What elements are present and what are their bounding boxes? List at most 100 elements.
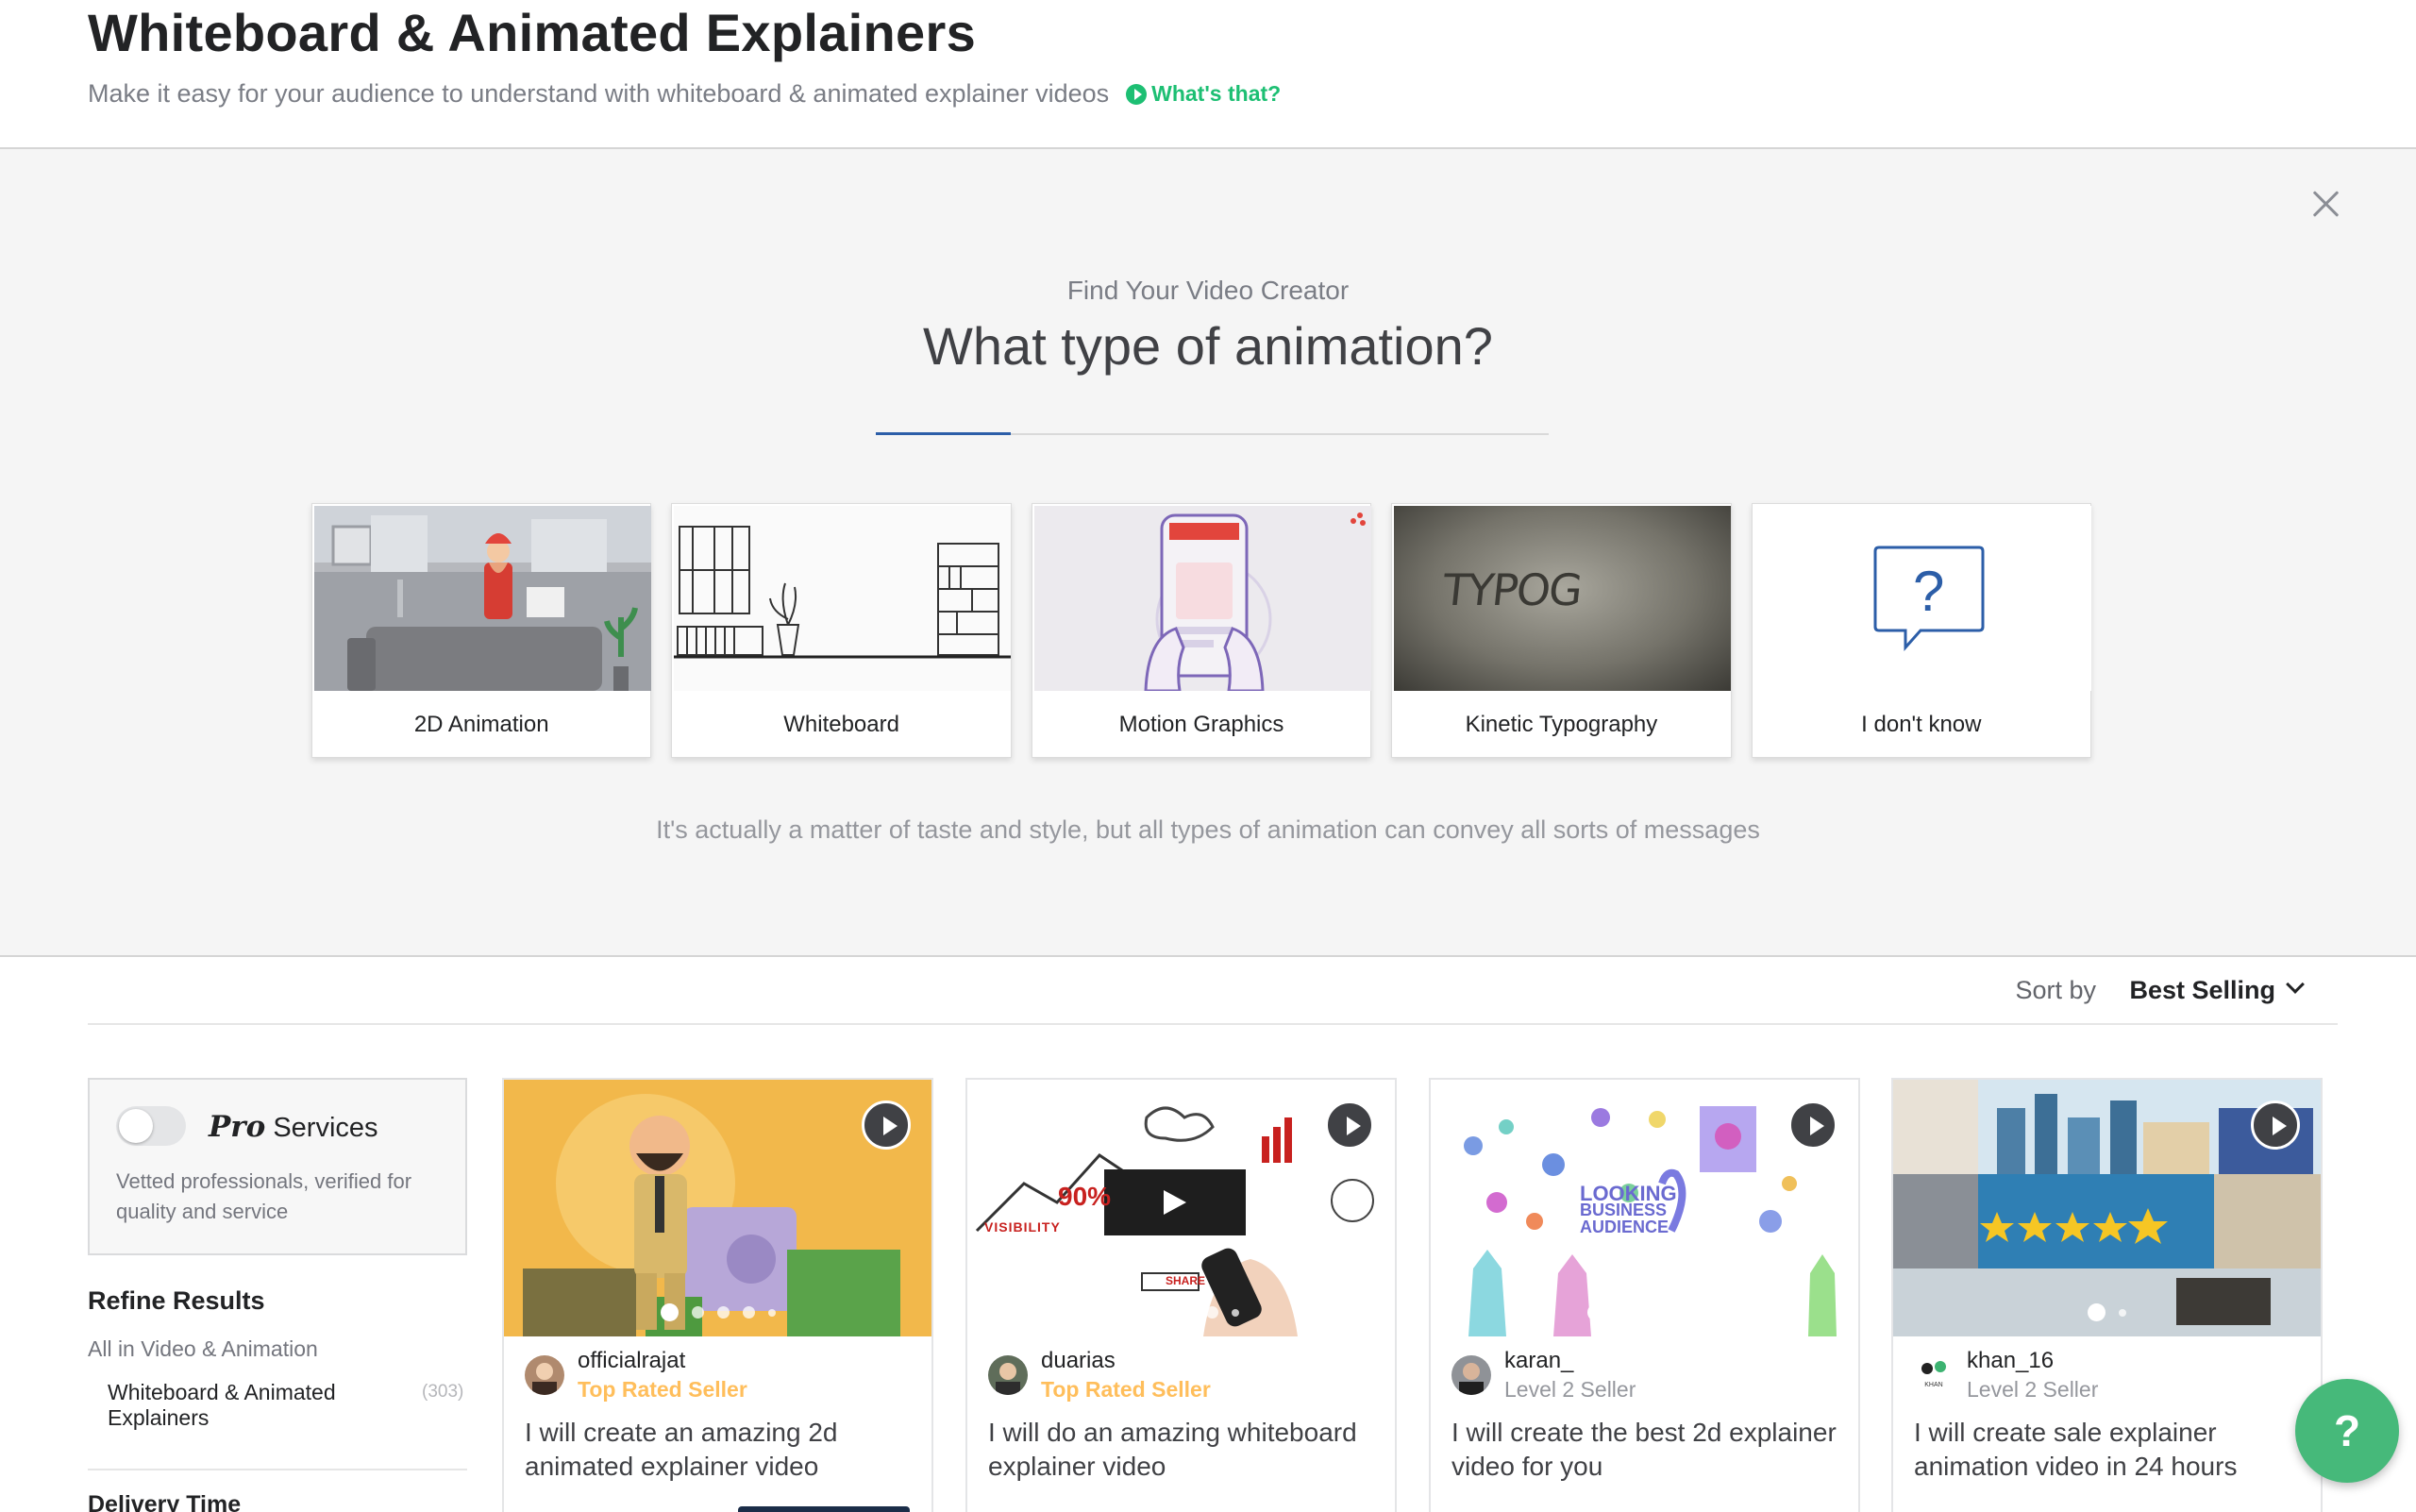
category-count: (303) [422,1382,464,1402]
carousel-dot[interactable] [660,1303,679,1321]
gig-thumbnail[interactable]: LOOKING BUSINESS AUDIENCE [1431,1080,1858,1336]
avatar[interactable] [525,1355,564,1395]
seller-level: Level 2 Seller [1504,1377,1636,1402]
thumb-text: AUDIENCE [1580,1218,1669,1236]
carousel-dot[interactable] [716,1306,730,1319]
pro-services-title: Pro Services [209,1110,378,1144]
option-2d-animation[interactable]: 2D Animation [311,503,652,758]
carousel-dot[interactable] [1154,1306,1167,1319]
kinetic-thumb-text: TYPOG [1440,564,1584,615]
carousel-dot[interactable] [1123,1303,1142,1321]
play-video-icon[interactable] [2251,1100,2300,1150]
page-subtitle: Make it easy for your audience to unders… [88,79,1281,109]
gig-title[interactable]: I will create sale explainer animation v… [1914,1416,2310,1484]
sort-bar: Sort by Best Selling [88,957,2338,1025]
wizard-note: It's actually a matter of taste and styl… [656,815,1760,844]
carousel-dot[interactable] [1694,1308,1703,1317]
pro-services-label: Services [273,1113,378,1143]
option-dont-know[interactable]: ? I don't know [1751,503,2092,758]
carousel-dot[interactable] [1231,1308,1239,1317]
play-circle-icon [1126,83,1148,105]
play-video-icon[interactable] [862,1100,911,1150]
carousel-dot[interactable] [1586,1303,1605,1321]
carousel-dot[interactable] [691,1306,704,1319]
option-motion-graphics-thumbnail [1033,506,1371,691]
chevron-down-icon[interactable] [2286,975,2305,994]
option-whiteboard[interactable]: Whiteboard [671,503,1012,758]
seller-name[interactable]: khan_16 [1967,1348,2054,1374]
gig-thumbnail[interactable] [504,1080,931,1336]
gig-thumbnail[interactable] [1893,1080,2321,1336]
delivery-time-filter[interactable]: Delivery Time [88,1491,241,1512]
divider [88,1469,467,1470]
animation-type-wizard: Find Your Video Creator What type of ani… [0,149,2416,957]
gig-thumbnail[interactable]: 90% VISIBILITY SHARE [967,1080,1395,1336]
avatar[interactable]: KHAN [1914,1355,1954,1395]
whats-that-link[interactable]: What's that? [1126,81,1281,107]
whats-that-label: What's that? [1151,81,1282,106]
carousel-dot[interactable] [1180,1306,1193,1319]
avatar[interactable] [1451,1355,1491,1395]
carousel-dots [1893,1303,2321,1321]
thumb-text: VISIBILITY [984,1219,1061,1235]
carousel-dot[interactable] [767,1308,776,1317]
seller-level: Level 2 Seller [1967,1377,2099,1402]
play-video-icon[interactable] [1788,1100,1837,1150]
question-mark-text: ? [1912,560,1945,623]
carousel-dot[interactable] [1669,1306,1682,1319]
option-2d-thumbnail [314,506,651,691]
carousel-dot[interactable] [1643,1306,1656,1319]
carousel-dot[interactable] [2119,1308,2126,1317]
option-kinetic-typography[interactable]: TYPOG Kinetic Typography [1391,503,1732,758]
avatar[interactable] [988,1355,1028,1395]
carousel-dot[interactable] [1618,1306,1631,1319]
sort-dropdown[interactable]: Best Selling [2129,976,2275,1005]
gig-title[interactable]: I will create an amazing 2d animated exp… [525,1416,921,1484]
pro-services-box: Pro Services Vetted professionals, verif… [88,1078,467,1255]
carousel-dots [967,1303,1395,1321]
option-label: Kinetic Typography [1465,712,1658,737]
option-label: Motion Graphics [1118,712,1284,737]
wizard-progress [876,432,1549,435]
avatar-logo-text: KHAN [1924,1382,1943,1388]
gig-badge [738,1506,910,1512]
play-video-icon[interactable] [1325,1100,1374,1150]
help-button[interactable]: ? [2295,1379,2399,1483]
carousel-dots [504,1303,931,1321]
option-motion-graphics[interactable]: Motion Graphics [1031,503,1372,758]
animation-options: 2D Animation Whiteboard Motion Graphics … [311,503,2092,758]
pro-services-toggle[interactable] [116,1106,186,1146]
option-whiteboard-thumbnail [674,506,1012,691]
option-label: I don't know [1861,712,1982,737]
gig-card[interactable]: officialrajat Top Rated Seller I will cr… [502,1078,933,1512]
option-label: Whiteboard [783,712,899,737]
option-kinetic-thumbnail: TYPOG [1394,506,1732,691]
category-item[interactable]: Whiteboard & Animated Explainers [108,1380,372,1431]
gig-title[interactable]: I will do an amazing whiteboard explaine… [988,1416,1384,1484]
carousel-dot[interactable] [1205,1306,1218,1319]
page-header: Whiteboard & Animated Explainers Make it… [0,0,2416,149]
option-label: 2D Animation [413,712,549,737]
gig-title[interactable]: I will create the best 2d explainer vide… [1451,1416,1848,1484]
gig-card[interactable]: KHAN khan_16 Level 2 Seller I will creat… [1891,1078,2323,1512]
carousel-dot[interactable] [742,1306,755,1319]
seller-name[interactable]: officialrajat [578,1348,685,1374]
subtitle-text: Make it easy for your audience to unders… [88,79,1110,108]
seller-level: Top Rated Seller [1041,1377,1211,1402]
close-icon[interactable] [2308,187,2342,221]
gig-card[interactable]: 90% VISIBILITY SHARE duarias Top Rated S… [965,1078,1397,1512]
carousel-dot[interactable] [2088,1303,2106,1321]
question-bubble-icon: ? [1753,506,2091,691]
seller-name[interactable]: karan_ [1504,1348,1573,1374]
gig-card[interactable]: LOOKING BUSINESS AUDIENCE karan_ Level 2… [1429,1078,1860,1512]
wizard-kicker: Find Your Video Creator [1066,276,1350,305]
pro-logo: Pro [209,1110,266,1144]
sort-label: Sort by [2015,976,2096,1004]
seller-name[interactable]: duarias [1041,1348,1116,1374]
category-all-link[interactable]: All in Video & Animation [88,1336,318,1362]
refine-results-title: Refine Results [88,1286,265,1315]
wizard-question: What type of animation? [923,316,1493,376]
pro-services-description: Vetted professionals, verified for quali… [116,1169,412,1223]
carousel-dots [1431,1303,1858,1321]
page-title: Whiteboard & Animated Explainers [88,3,977,62]
